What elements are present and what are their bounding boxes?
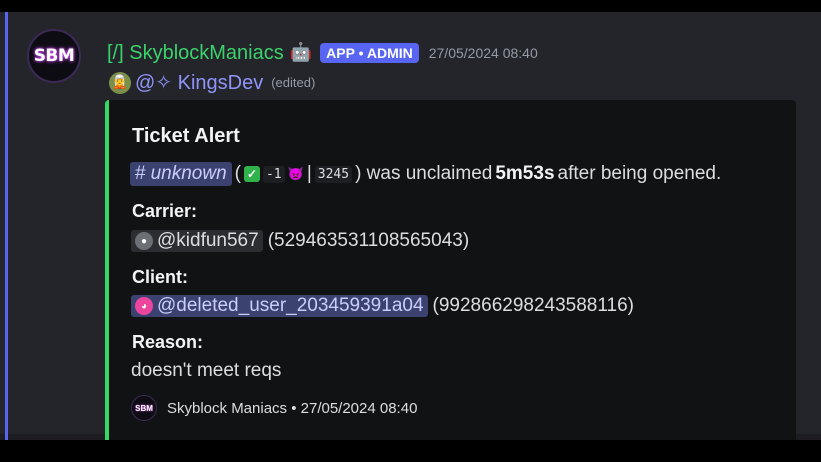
- message-container: SBM [/] SkyblockManiacs 🤖 APP • ADMIN 27…: [0, 12, 821, 445]
- client-id: (992866298243588116): [432, 295, 634, 316]
- robot-emoji-icon: 🤖: [289, 42, 313, 63]
- carrier-avatar: ●: [135, 232, 153, 250]
- discord-icon: ◕: [135, 297, 153, 315]
- embed-footer: SBM Skyblock Maniacs • 27/05/2024 08:40: [131, 395, 417, 421]
- duration-value: 5m53s: [495, 163, 555, 184]
- carrier-mention-text: @kidfun567: [157, 230, 259, 251]
- client-field-name: Client:: [132, 267, 188, 287]
- bot-avatar[interactable]: SBM: [27, 29, 81, 83]
- carrier-field-name: Carrier:: [132, 201, 198, 221]
- interaction-user-avatar[interactable]: 🧝: [109, 71, 131, 94]
- app-admin-badge: APP • ADMIN: [320, 43, 419, 63]
- embed-title: Ticket Alert: [132, 125, 240, 147]
- ticket-alert-embed: Ticket Alert # unknown ( ✓ -1 👿 | 3245 )…: [105, 100, 796, 445]
- channel-mention[interactable]: # unknown: [130, 162, 232, 186]
- edited-label: (edited): [271, 75, 316, 90]
- message-header: [/] SkyblockManiacs 🤖 APP • ADMIN 27/05/…: [107, 39, 538, 67]
- code-snippet-b: 3245: [314, 165, 353, 183]
- code-snippet-a: -1: [262, 165, 285, 183]
- bottom-border: [0, 440, 821, 462]
- bot-username[interactable]: [/] SkyblockManiacs: [107, 42, 284, 65]
- message-timestamp: 27/05/2024 08:40: [428, 45, 538, 61]
- avatar-logo-text: SBM: [33, 46, 75, 66]
- interaction-user-mention[interactable]: @✧ KingsDev: [135, 70, 263, 95]
- carrier-mention[interactable]: ● @kidfun567: [131, 230, 263, 252]
- footer-logo-icon: SBM: [131, 395, 157, 421]
- embed-description: # unknown ( ✓ -1 👿 | 3245 ) was unclaime…: [130, 162, 721, 186]
- client-mention[interactable]: ◕ @deleted_user_203459391a04: [131, 295, 428, 317]
- reason-field-name: Reason:: [132, 332, 204, 352]
- check-mark-icon: ✓: [243, 166, 260, 182]
- footer-text: Skyblock Maniacs • 27/05/2024 08:40: [167, 399, 418, 417]
- hash-icon: #: [135, 163, 146, 184]
- reason-field-value: doesn't meet reqs: [131, 360, 282, 381]
- command-interaction-row: 🧝 @✧ KingsDev (edited): [109, 70, 315, 95]
- demon-emoji-icon: 👿: [287, 166, 304, 181]
- carrier-field-value: ● @kidfun567 (529463531108565043): [131, 230, 469, 252]
- mention-highlight-bar: [5, 12, 8, 440]
- unclaimed-text: ) was unclaimed: [355, 163, 493, 184]
- client-field-value: ◕ @deleted_user_203459391a04 (9928662982…: [131, 295, 634, 317]
- carrier-id: (529463531108565043): [267, 230, 470, 251]
- footer-logo-text: SBM: [135, 403, 153, 413]
- description-suffix: after being opened.: [557, 163, 722, 184]
- client-mention-text: @deleted_user_203459391a04: [157, 295, 424, 316]
- channel-name: unknown: [150, 163, 227, 184]
- separator: |: [306, 163, 312, 184]
- open-paren: (: [234, 163, 241, 184]
